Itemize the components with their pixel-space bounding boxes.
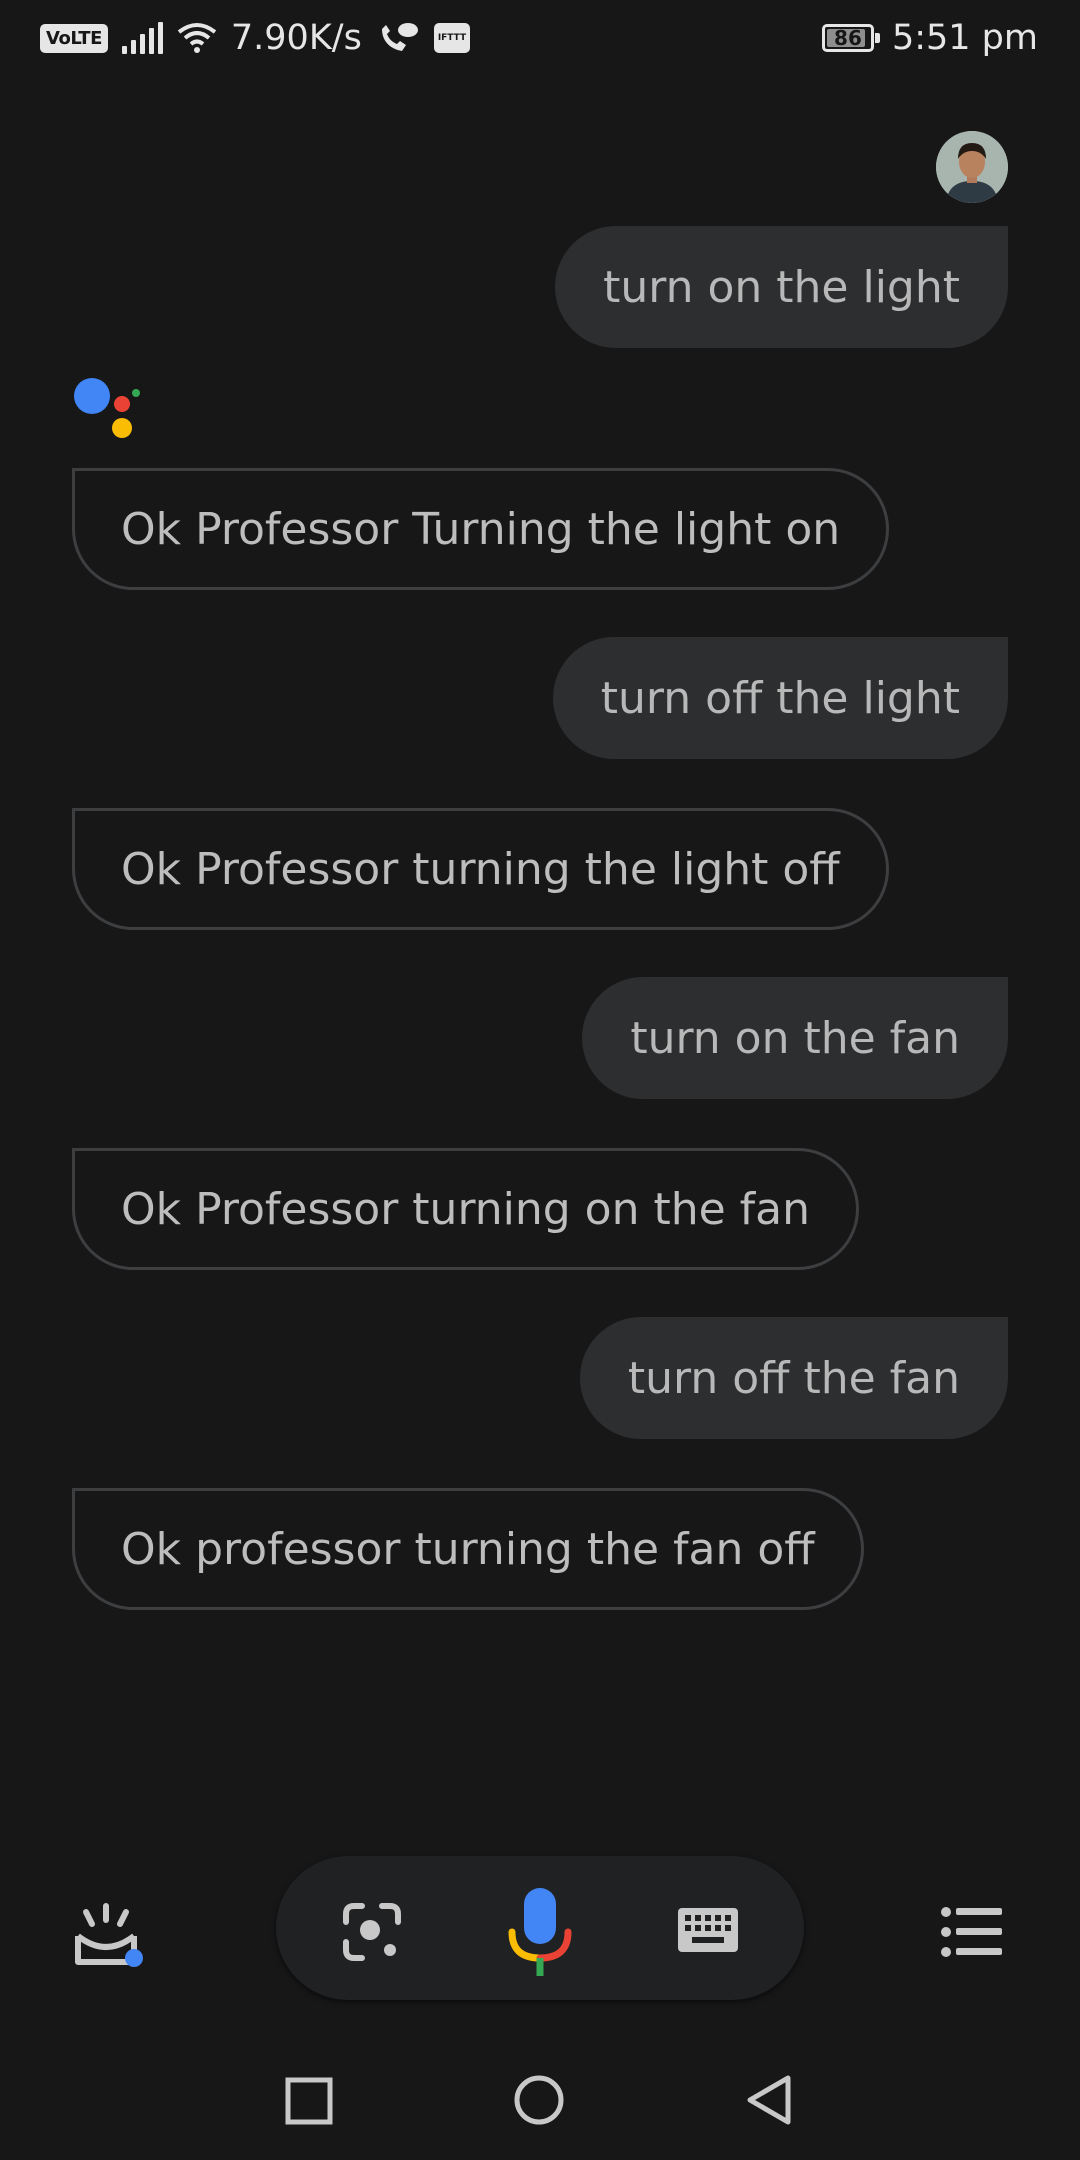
back-triangle-icon[interactable] [744,2072,794,2128]
assistant-message: Ok Professor Turning the light on [72,468,890,590]
keyboard-icon[interactable] [676,1906,740,1954]
assistant-message-text: Ok professor turning the fan off [121,1523,815,1575]
assistant-message-text: Ok Professor Turning the light on [121,503,841,555]
user-message: turn on the fan [582,977,1008,1099]
ifttt-icon: IFTTT [433,23,471,53]
home-circle-icon[interactable] [514,2072,564,2128]
battery-icon: 86 [821,24,880,52]
clock: 5:51 pm [891,18,1038,58]
list-icon[interactable] [940,1906,1004,1958]
user-avatar[interactable] [936,131,1008,203]
assistant-message: Ok professor turning the fan off [72,1488,864,1610]
signal-icon [121,22,163,54]
volte-icon: VoLTE [40,23,108,53]
status-bar: VoLTE 7.90K/s IFTTT 86 5:51 pm [0,0,1080,76]
assistant-message-text: Ok Professor turning on the fan [121,1183,811,1235]
assistant-message: Ok Professor turning on the fan [72,1148,860,1270]
assistant-message-text: Ok Professor turning the light off [121,843,840,895]
status-bar-right: 86 5:51 pm [821,14,1038,62]
battery-level: 86 [834,26,862,50]
recents-square-icon[interactable] [284,2072,334,2128]
user-message: turn on the light [555,226,1008,348]
user-message: turn off the fan [579,1317,1008,1439]
wifi-calling-icon [381,23,418,51]
microphone-icon[interactable] [508,1886,572,1978]
network-speed: 7.90K/s [230,18,362,58]
lens-icon[interactable] [340,1900,404,1964]
assistant-message: Ok Professor turning the light off [72,808,889,930]
user-message-text: turn on the light [603,261,960,313]
status-bar-left: VoLTE 7.90K/s IFTTT [40,14,471,62]
user-message-text: turn off the fan [627,1352,960,1404]
user-message: turn off the light [552,637,1008,759]
explore-snapshot-icon[interactable] [70,1900,150,1972]
wifi-icon [177,23,217,53]
google-assistant-logo-icon [74,378,140,438]
user-message-text: turn on the fan [630,1012,960,1064]
user-message-text: turn off the light [600,672,960,724]
